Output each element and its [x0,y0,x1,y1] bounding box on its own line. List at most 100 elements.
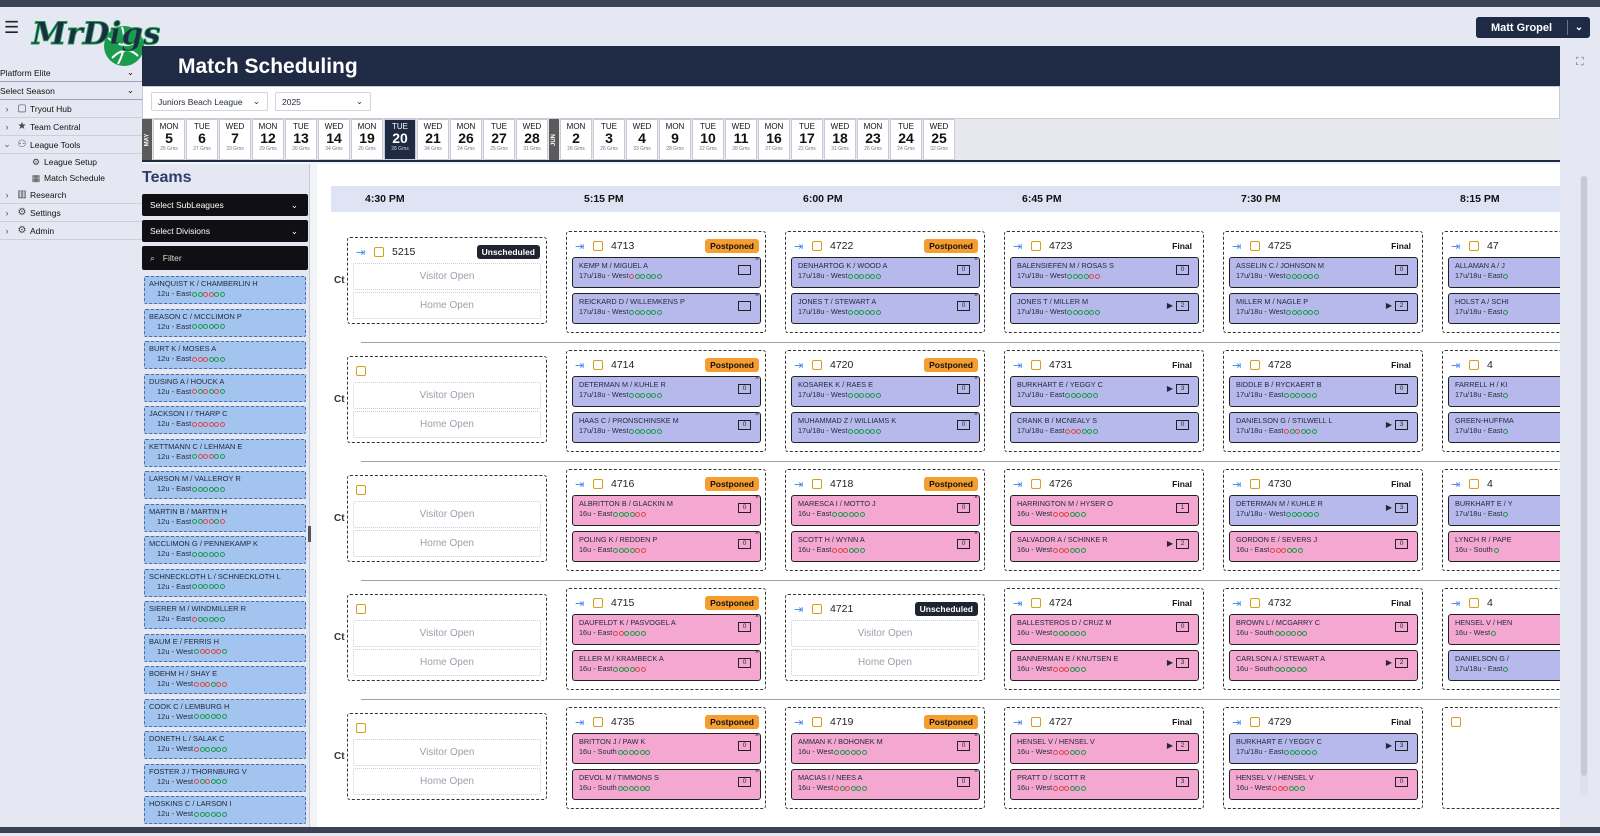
match-checkbox[interactable] [1031,717,1041,727]
close-icon[interactable]: × [755,291,759,301]
score-box[interactable]: 3 [1395,741,1408,751]
move-in-icon[interactable]: ⇥ [356,246,374,259]
sidebar-subitem-league-setup[interactable]: ⚙ League Setup [0,154,142,170]
match-card[interactable]: ⇥ 4 HENSEL V / HEN 16u - West DANIELSON G /1… [1442,588,1560,690]
resize-handle[interactable] [308,526,311,542]
team-slot[interactable]: ASSELIN C / JOHNSON M 17u/18u - West 0 [1229,257,1418,288]
move-in-icon[interactable]: ⇥ [1232,240,1250,253]
team-slot[interactable]: HENSEL V / HENSEL V 16u - West 0 [1229,769,1418,800]
move-in-icon[interactable]: ⇥ [1451,478,1469,491]
score-box[interactable]: 2 [1395,658,1408,668]
date-cell[interactable]: WED 11 28 Gms [725,119,757,160]
play-icon[interactable]: ▶ [1386,741,1392,751]
score-box[interactable]: 0 [1176,420,1189,430]
team-filter-input[interactable]: ⌕ Filter [142,246,308,270]
year-select[interactable]: 2025 ⌄ [275,92,371,111]
match-checkbox[interactable] [1469,598,1479,608]
play-icon[interactable]: ▶ [1386,301,1392,311]
team-slot[interactable]: AMMAN K / BOHONEK M 16u - West 0 × [791,732,980,764]
match-card[interactable]: ⇥ 4727 Final HENSEL V / HENSEL V 16u - West 2… [1004,707,1204,809]
team-slot[interactable]: BANNERMAN E / KNUTSEN E 16u - West 3 ▶ [1010,650,1199,681]
move-in-icon[interactable]: ⇥ [575,716,593,729]
match-checkbox[interactable] [812,479,822,489]
team-slot[interactable]: MACIAS I / NEES A 16u - West 0 × [791,768,980,800]
date-cell[interactable]: TUE 10 22 Gms [692,119,724,160]
move-in-icon[interactable]: ⇥ [794,716,812,729]
team-slot[interactable]: REICKARD D / WILLEMKENS P 17u/18u - West × [572,291,761,324]
home-open-slot[interactable]: Home Open [353,411,541,438]
move-in-icon[interactable]: ⇥ [1013,359,1031,372]
home-open-slot[interactable]: Home Open [353,292,541,319]
team-slot[interactable]: ALBRITTON B / GLACKIN M 16u - East 0 × [572,493,761,526]
close-icon[interactable]: × [974,493,978,503]
chevron-down-icon[interactable]: ⌄ [0,139,14,150]
match-card[interactable]: ⇥ 4716 Postponed ALBRITTON B / GLACKIN M 16u… [566,469,766,571]
score-box[interactable]: 0 [738,420,751,430]
score-box[interactable]: 0 [738,622,751,632]
move-in-icon[interactable]: ⇥ [575,597,593,610]
sidebar-item-settings[interactable]: › ⚙ Settings [0,204,142,222]
match-checkbox[interactable] [356,485,366,495]
match-card[interactable]: Visitor Open Home Open [347,594,547,681]
team-slot[interactable]: HAAS C / PRONSCHINSKE M 17u/18u - West 0 × [572,411,761,443]
sidebar-item-tryout-hub[interactable]: › ▢ Tryout Hub [0,100,142,118]
score-box[interactable]: 0 [957,384,970,394]
match-card[interactable]: ⇥ 4729 Final BURKHART E / YEGGY C 17u/18u - … [1223,707,1423,809]
match-card[interactable]: ⇥ 4713 Postponed KEMP M / MIGUEL A 17u/18u -… [566,231,766,333]
match-card[interactable]: ⇥ 4721 Unscheduled Visitor Open Home Open [785,594,985,681]
match-checkbox[interactable] [1451,717,1461,727]
match-card[interactable]: ⇥ 4 FARRELL H / KI 17u/18u - East GREEN-HUFF… [1442,350,1560,452]
move-in-icon[interactable]: ⇥ [1013,240,1031,253]
team-slot[interactable]: MILLER M / NAGLE P 17u/18u - West 2 ▶ [1229,293,1418,324]
match-card[interactable]: ⇥ 4 BURKHART E / Y 17u/18u - East LYNCH R / … [1442,469,1560,571]
team-slot[interactable]: BALLESTEROS D / CRUZ M 16u - West 0 [1010,614,1199,645]
play-icon[interactable]: ▶ [1386,503,1392,513]
team-slot[interactable]: ELLER M / KRAMBECK A 16u - East 0 × [572,648,761,681]
match-card[interactable]: ⇥ 4735 Postponed BRITTON J / PAW K 16u - Sou… [566,707,766,809]
date-cell[interactable]: TUE 24 24 Gms [890,119,922,160]
match-card[interactable]: ⇥ 4714 Postponed DETERMAN M / KUHLE R 17u/18… [566,350,766,452]
match-card[interactable]: ⇥ 4720 Postponed KOSAREK K / RAES E 17u/18u … [785,350,985,452]
team-slot[interactable]: BALENSIEFEN M / ROSAS S 17u/18u - West 0 [1010,257,1199,288]
play-icon[interactable]: ▶ [1167,741,1173,751]
move-in-icon[interactable]: ⇥ [1451,597,1469,610]
match-checkbox[interactable] [1469,479,1479,489]
score-box[interactable]: 0 [957,777,970,787]
close-icon[interactable]: × [755,612,759,622]
play-icon[interactable]: ▶ [1386,658,1392,668]
visitor-open-slot[interactable]: Visitor Open [353,263,541,290]
team-slot[interactable]: DANIELSON G /17u/18u - East [1448,650,1560,681]
match-card[interactable]: ⇥ 4722 Postponed DENHARTOG K / WOOD A 17u/18… [785,231,985,333]
team-card[interactable]: COOK C / LEMBURG H 12u - West [144,698,306,727]
score-box[interactable]: 0 [1176,622,1189,632]
match-checkbox[interactable] [1031,598,1041,608]
move-in-icon[interactable]: ⇥ [1232,478,1250,491]
visitor-open-slot[interactable]: Visitor Open [353,739,541,766]
close-icon[interactable]: × [755,493,759,503]
match-checkbox[interactable] [812,241,822,251]
match-card[interactable]: ⇥ 4723 Final BALENSIEFEN M / ROSAS S 17u/18u… [1004,231,1204,333]
date-cell[interactable]: MON 5 25 Gms [153,119,185,160]
team-slot[interactable]: GORDON E / SEVERS J 16u - East 0 [1229,531,1418,562]
score-box[interactable]: 0 [957,741,970,751]
match-card[interactable]: ⇥ 5215 Unscheduled Visitor Open Home Open [347,237,547,324]
close-icon[interactable]: × [755,255,759,265]
move-in-icon[interactable]: ⇥ [575,359,593,372]
home-open-slot[interactable]: Home Open [353,768,541,795]
team-slot[interactable]: POLING K / REDDEN P 16u - East 0 × [572,530,761,562]
match-checkbox[interactable] [356,366,366,376]
match-card[interactable]: ⇥ 4719 Postponed AMMAN K / BOHONEK M 16u - W… [785,707,985,809]
move-in-icon[interactable]: ⇥ [1451,359,1469,372]
match-checkbox[interactable] [812,360,822,370]
match-checkbox[interactable] [1031,241,1041,251]
date-cell[interactable]: WED 4 33 Gms [626,119,658,160]
match-card[interactable]: ⇥ 4732 Final BROWN L / MCGARRY C 16u - South… [1223,588,1423,690]
date-cell[interactable]: WED 14 34 Gms [318,119,350,160]
home-open-slot[interactable]: Home Open [353,649,541,676]
home-open-slot[interactable]: Home Open [353,530,541,557]
team-slot[interactable]: MUHAMMAD Z / WILLIAMS K 17u/18u - West 0 × [791,411,980,443]
scrollbar-thumb[interactable] [1581,176,1587,776]
close-icon[interactable]: × [755,648,759,658]
close-icon[interactable]: × [974,255,978,265]
sidebar-subitem-match-schedule[interactable]: ▦ Match Schedule [0,170,142,186]
